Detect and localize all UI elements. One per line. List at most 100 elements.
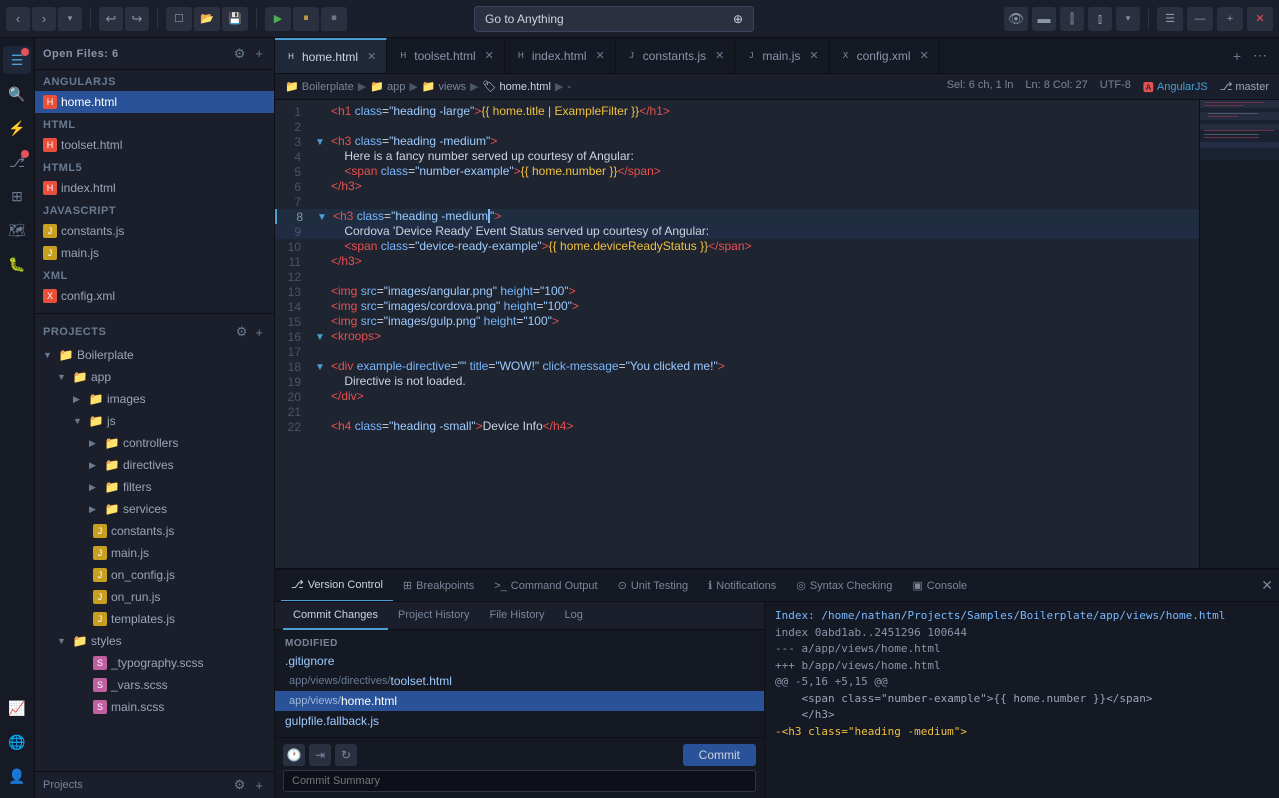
goto-anything-bar[interactable]: Go to Anything ⊕ (474, 6, 754, 32)
pause-button[interactable]: ⏸ (293, 7, 319, 31)
vc-sub-tab-file-history[interactable]: File History (480, 602, 555, 630)
activity-files[interactable]: ☰ (3, 46, 31, 74)
tree-main-js[interactable]: J main.js (35, 542, 274, 564)
sidebar-item-toolset-html[interactable]: H toolset.html (35, 134, 274, 156)
open-file-button[interactable]: 📂 (194, 7, 220, 31)
tree-controllers[interactable]: ▶ 📁 controllers (35, 432, 274, 454)
nav-undo-button[interactable]: ↩ (99, 7, 123, 31)
bottom-tab-notifications[interactable]: ℹ Notifications (698, 570, 786, 602)
tab-config-xml[interactable]: X config.xml ✕ (830, 38, 940, 74)
tab-constants-js[interactable]: J constants.js ✕ (616, 38, 736, 74)
tree-on-run-js[interactable]: J on_run.js (35, 586, 274, 608)
tab-main-js[interactable]: J main.js ✕ (735, 38, 829, 74)
minimize-button[interactable]: — (1187, 7, 1213, 31)
bottom-tab-version-control[interactable]: ⎇ Version Control (281, 570, 393, 602)
activity-lightning[interactable]: ⚡ (3, 114, 31, 142)
tree-boilerplate[interactable]: ▼ 📁 Boilerplate ⋯ (35, 344, 274, 366)
new-file-button[interactable]: ☐ (166, 7, 192, 31)
tab-close-index-html[interactable]: ✕ (596, 49, 605, 62)
projects-add-bottom-btn[interactable]: + (252, 776, 266, 794)
tab-index-html[interactable]: H index.html ✕ (505, 38, 616, 74)
vc-action-btn-1[interactable]: 🕐 (283, 744, 305, 766)
tree-vars-scss[interactable]: S _vars.scss (35, 674, 274, 696)
activity-person[interactable]: 👤 (3, 762, 31, 790)
bottom-tab-console[interactable]: ▣ Console (902, 570, 977, 602)
vc-sub-tab-commit[interactable]: Commit Changes (283, 602, 388, 630)
breadcrumb-file[interactable]: 🏷 home.html (483, 80, 551, 93)
activity-search[interactable]: 🔍 (3, 80, 31, 108)
vc-file-toolset[interactable]: app/views/directives/ toolset.html (275, 671, 764, 691)
tab-close-main-js[interactable]: ✕ (809, 49, 818, 62)
layout-dropdown-button[interactable]: ▾ (1116, 7, 1140, 31)
bottom-tab-command-output[interactable]: >_ Command Output (484, 570, 607, 602)
activity-debug[interactable]: 🐛 (3, 250, 31, 278)
tree-on-config-js[interactable]: J on_config.js (35, 564, 274, 586)
tree-services[interactable]: ▶ 📁 services (35, 498, 274, 520)
run-button[interactable]: ▶ (265, 7, 291, 31)
vc-sub-tab-project-history[interactable]: Project History (388, 602, 480, 630)
save-file-button[interactable]: 💾 (222, 7, 248, 31)
vc-commit-summary-input[interactable] (283, 770, 756, 792)
open-files-add-btn[interactable]: + (252, 45, 266, 63)
vc-file-gulpfile[interactable]: gulpfile.fallback.js (275, 711, 764, 731)
layout-triple-button[interactable]: ⫾ (1088, 7, 1112, 31)
layout-single-button[interactable]: ▬ (1032, 7, 1056, 31)
tree-typography-scss[interactable]: S _typography.scss (35, 652, 274, 674)
bottom-tab-breakpoints[interactable]: ⊞ Breakpoints (393, 570, 484, 602)
bottom-tab-syntax-checking[interactable]: ◎ Syntax Checking (786, 570, 902, 602)
open-files-settings-btn[interactable]: ⚙ (231, 45, 249, 63)
tab-close-constants-js[interactable]: ✕ (715, 49, 724, 62)
activity-build[interactable]: ⊞ (3, 182, 31, 210)
projects-add-btn[interactable]: + (252, 323, 266, 341)
editor-code[interactable]: 1 <h1 class="heading -large">{{ home.tit… (275, 100, 1199, 568)
vc-action-btn-3[interactable]: ↻ (335, 744, 357, 766)
projects-settings-bottom-btn[interactable]: ⚙ (231, 776, 249, 794)
bottom-tab-unit-testing[interactable]: ⊙ Unit Testing (608, 570, 699, 602)
nav-redo-button[interactable]: ↪ (125, 7, 149, 31)
sidebar-item-index-html[interactable]: H index.html (35, 177, 274, 199)
tree-directives[interactable]: ▶ 📁 directives (35, 454, 274, 476)
minimap[interactable] (1199, 100, 1279, 568)
console-panel[interactable]: Index: /home/nathan/Projects/Samples/Boi… (765, 602, 1279, 798)
vc-sub-tab-log[interactable]: Log (555, 602, 593, 630)
activity-git[interactable]: ⎇ (3, 148, 31, 176)
tree-filters[interactable]: ▶ 📁 filters (35, 476, 274, 498)
nav-back-button[interactable]: ‹ (6, 7, 30, 31)
tree-templates-js[interactable]: J templates.js (35, 608, 274, 630)
tree-js[interactable]: ▼ 📁 js (35, 410, 274, 432)
vc-file-gitignore[interactable]: .gitignore (275, 651, 764, 671)
tab-close-toolset-html[interactable]: ✕ (485, 49, 494, 62)
activity-chart[interactable]: 📈 (3, 694, 31, 722)
breadcrumb-app[interactable]: 📁 app (370, 80, 405, 93)
tree-images[interactable]: ▶ 📁 images (35, 388, 274, 410)
tab-home-html[interactable]: H home.html ✕ (275, 38, 387, 74)
close-window-button[interactable]: ✕ (1247, 7, 1273, 31)
projects-settings-btn[interactable]: ⚙ (233, 323, 251, 341)
vc-file-home-html[interactable]: app/views/ home.html (275, 691, 764, 711)
sidebar-item-main-js[interactable]: J main.js (35, 242, 274, 264)
vc-commit-button[interactable]: Commit (683, 744, 756, 766)
sidebar-item-config-xml[interactable]: X config.xml ✕ (35, 285, 274, 307)
preview-button[interactable]: 👁 (1004, 7, 1028, 31)
breadcrumb-views[interactable]: 📁 views (422, 80, 466, 93)
vc-action-btn-2[interactable]: ⇥ (309, 744, 331, 766)
tree-styles[interactable]: ▼ 📁 styles (35, 630, 274, 652)
hamburger-menu-button[interactable]: ☰ (1157, 7, 1183, 31)
tree-app[interactable]: ▼ 📁 app (35, 366, 274, 388)
maximize-button[interactable]: + (1217, 7, 1243, 31)
breadcrumb-boilerplate[interactable]: 📁 Boilerplate (285, 80, 354, 93)
tree-constants-js[interactable]: J constants.js (35, 520, 274, 542)
activity-globe[interactable]: 🌐 (3, 728, 31, 756)
nav-forward-button[interactable]: › (32, 7, 56, 31)
tab-add-button[interactable]: + (1229, 46, 1245, 66)
sidebar-item-home-html[interactable]: H home.html (35, 91, 274, 113)
stop-button[interactable]: ⏹ (321, 7, 347, 31)
activity-map[interactable]: 🗺 (3, 216, 31, 244)
tab-close-home-html[interactable]: ✕ (367, 50, 376, 63)
tab-toolset-html[interactable]: H toolset.html ✕ (387, 38, 505, 74)
tree-main-scss[interactable]: S main.scss (35, 696, 274, 718)
bottom-panel-close-btn[interactable]: ✕ (1261, 577, 1273, 594)
layout-split-button[interactable]: ⫿ (1060, 7, 1084, 31)
tab-menu-button[interactable]: ⋯ (1249, 45, 1271, 66)
nav-dropdown-button[interactable]: ▾ (58, 7, 82, 31)
